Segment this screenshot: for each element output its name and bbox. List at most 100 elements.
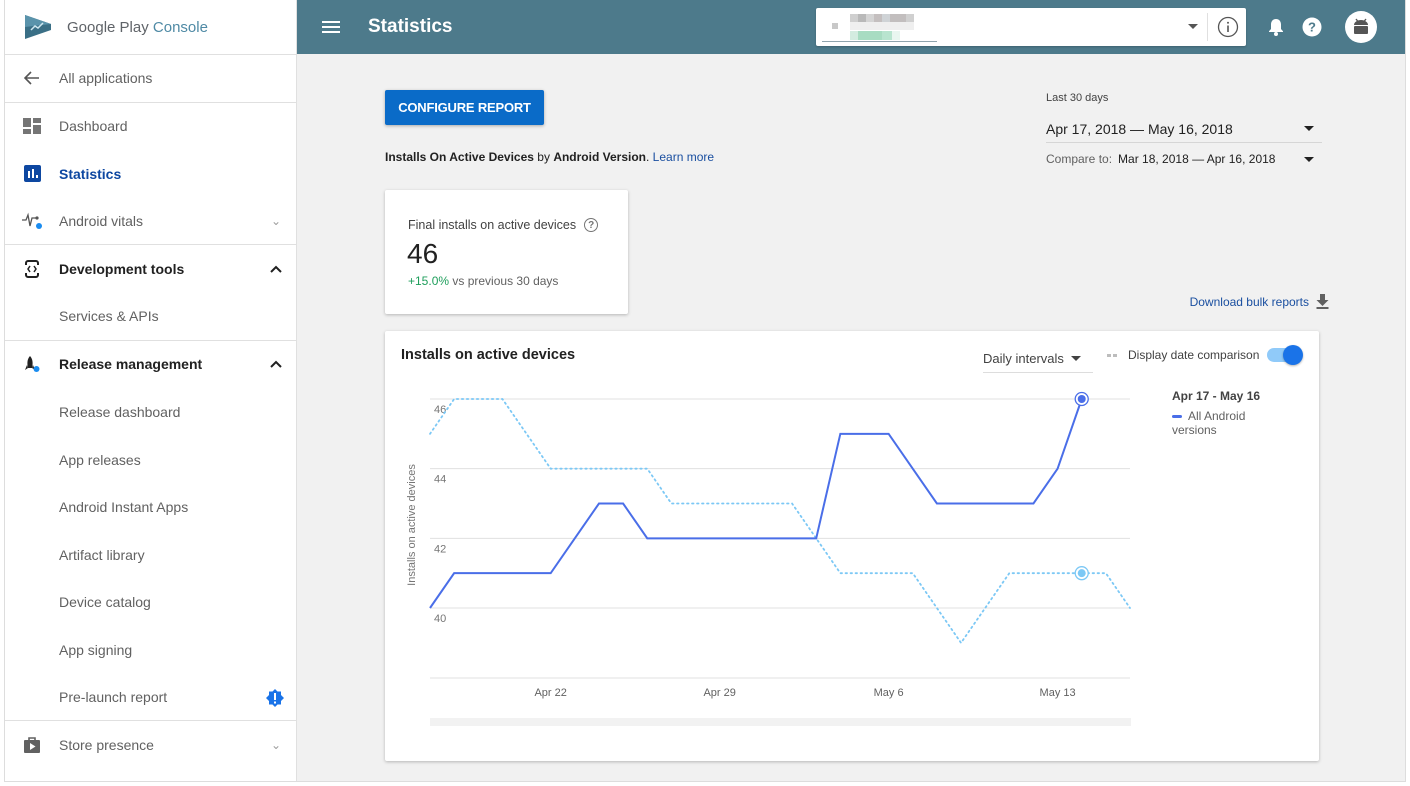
- rocket-icon: [5, 355, 59, 373]
- x-tick-label: May 6: [874, 687, 904, 699]
- chart-range-scrollbar[interactable]: [430, 718, 1131, 726]
- brand[interactable]: Google Play Console: [5, 0, 296, 55]
- chart-card: Installs on active devices Daily interva…: [385, 331, 1319, 761]
- y-tick-label: 46: [434, 404, 446, 416]
- sidebar-item-label: App signing: [59, 641, 133, 658]
- top-bar: Statistics ?: [297, 0, 1405, 54]
- divider: [1207, 13, 1208, 41]
- page-title: Statistics: [368, 16, 453, 37]
- sidebar-item-label: Android vitals: [59, 213, 144, 230]
- account-avatar-icon[interactable]: [1345, 11, 1377, 43]
- highlight-point: [1077, 395, 1086, 403]
- info-icon[interactable]: [1217, 16, 1239, 38]
- play-console-logo-icon: [25, 15, 51, 39]
- date-range-caption: Last 30 days: [1046, 92, 1109, 104]
- x-tick-label: Apr 22: [534, 687, 566, 699]
- metric-name: Installs On Active Devices: [385, 150, 534, 164]
- sidebar-item-label: Artifact library: [59, 546, 145, 563]
- sidebar-item-label: Pre-launch report: [59, 689, 168, 706]
- dropdown-caret-icon[interactable]: [1188, 24, 1198, 29]
- arrow-left-icon: [5, 71, 59, 85]
- series-group: [429, 391, 1131, 645]
- dropdown-caret-icon: [1304, 126, 1314, 131]
- sidebar-item-release-management[interactable]: Release management: [5, 341, 296, 389]
- code-icon: [5, 260, 59, 279]
- sidebar-item-label: All applications: [59, 70, 153, 87]
- sidebar-item-app-signing[interactable]: App signing: [5, 626, 296, 674]
- svg-text:?: ?: [1308, 20, 1316, 35]
- sidebar-item-android-instant-apps[interactable]: Android Instant Apps: [5, 483, 296, 531]
- sidebar-item-label: Release dashboard: [59, 403, 181, 420]
- sidebar-item-label: Dashboard: [59, 118, 128, 135]
- y-tick-label: 40: [434, 613, 446, 625]
- sidebar-item-release-dashboard[interactable]: Release dashboard: [5, 388, 296, 436]
- line-chart: 40 42 44 46 Apr 22 Apr 29 May 6 May 13 Install…: [406, 391, 1131, 699]
- chevron-up-icon[interactable]: [256, 262, 296, 276]
- vitals-icon: [5, 212, 59, 230]
- date-range-picker: Last 30 days Apr 17, 2018 — May 16, 2018…: [1046, 92, 1322, 175]
- kpi-delta: +15.0% vs previous 30 days: [408, 274, 558, 288]
- x-tick-label: May 13: [1040, 687, 1076, 699]
- y-axis-title: Installs on active devices: [406, 464, 418, 586]
- sidebar-item-services-apis[interactable]: Services & APIs: [5, 293, 296, 341]
- sidebar-item-dashboard[interactable]: Dashboard: [5, 103, 296, 151]
- date-range-select[interactable]: Apr 17, 2018 — May 16, 2018: [1046, 115, 1322, 143]
- dashboard-icon: [5, 118, 59, 135]
- sidebar-item-all-applications[interactable]: All applications: [5, 55, 296, 103]
- sidebar-item-store-presence[interactable]: Store presence ⌄: [5, 721, 296, 769]
- chevron-up-icon[interactable]: [256, 357, 296, 371]
- redacted-app-name: [832, 14, 914, 40]
- series-line-current: [429, 398, 1083, 609]
- download-bulk-reports-link[interactable]: Download bulk reports: [1190, 294, 1329, 309]
- sidebar-item-label: Statistics: [59, 165, 122, 182]
- sidebar-item-app-releases[interactable]: App releases: [5, 436, 296, 484]
- configure-report-button[interactable]: CONFIGURE REPORT: [385, 90, 544, 125]
- store-icon: [5, 736, 59, 754]
- app-window: Google Play Console All applications Das…: [4, 0, 1406, 782]
- series-line-comparison: [429, 398, 1131, 645]
- sidebar-item-pre-launch-report[interactable]: Pre-launch report: [5, 674, 296, 722]
- sidebar-item-label: Android Instant Apps: [59, 499, 189, 516]
- desc-period: .: [646, 150, 653, 164]
- chevron-down-icon[interactable]: ⌄: [256, 738, 296, 752]
- app-selector[interactable]: [816, 8, 1246, 46]
- download-link-text: Download bulk reports: [1189, 294, 1309, 309]
- dimension-name: Android Version: [553, 150, 646, 164]
- compare-label: Compare to:: [1046, 152, 1113, 166]
- download-icon: [1316, 294, 1329, 309]
- brand-name: Google Play Console: [67, 18, 208, 36]
- kpi-card: Final installs on active devices ? 46 +1…: [385, 190, 628, 314]
- sidebar-item-device-catalog[interactable]: Device catalog: [5, 579, 296, 627]
- alert-badge-icon: [266, 688, 284, 707]
- dropdown-caret-icon: [1304, 156, 1314, 162]
- sidebar-item-label: Release management: [59, 356, 203, 373]
- help-circle-icon[interactable]: ?: [584, 218, 599, 232]
- sidebar-item-label: Services & APIs: [59, 308, 159, 325]
- help-icon[interactable]: ?: [1301, 16, 1323, 38]
- kpi-title-text: Final installs on active devices: [408, 218, 577, 232]
- menu-icon[interactable]: [322, 18, 340, 36]
- sidebar-item-android-vitals[interactable]: Android vitals ⌄: [5, 198, 296, 246]
- chevron-down-icon[interactable]: ⌄: [256, 214, 296, 228]
- desc-by: by: [533, 150, 554, 164]
- learn-more-link[interactable]: Learn more: [653, 150, 714, 164]
- sidebar-item-development-tools[interactable]: Development tools: [5, 245, 296, 293]
- sidebar-item-statistics[interactable]: Statistics: [5, 150, 296, 198]
- kpi-value: 46: [407, 238, 439, 269]
- kpi-delta-percent: +15.0%: [408, 274, 450, 288]
- highlight-point: [1077, 569, 1086, 578]
- compare-range-value: Mar 18, 2018 — Apr 16, 2018: [1118, 152, 1276, 166]
- kpi-title: Final installs on active devices ?: [408, 218, 599, 232]
- selector-underline: [822, 41, 937, 42]
- report-description: Installs On Active Devices by Android Ve…: [385, 150, 714, 164]
- x-tick-labels: Apr 22 Apr 29 May 6 May 13: [534, 687, 1075, 699]
- x-tick-label: Apr 29: [703, 687, 735, 699]
- y-tick-label: 44: [434, 474, 446, 486]
- date-range-value: Apr 17, 2018 — May 16, 2018: [1046, 120, 1233, 137]
- sidebar-item-label: Device catalog: [59, 594, 151, 611]
- compare-range-select[interactable]: Compare to: Mar 18, 2018 — Apr 16, 2018: [1046, 143, 1322, 175]
- kpi-delta-suffix: vs previous 30 days: [449, 274, 559, 288]
- sidebar-item-artifact-library[interactable]: Artifact library: [5, 531, 296, 579]
- sidebar-item-label: Store presence: [59, 737, 154, 754]
- notifications-icon[interactable]: [1265, 16, 1287, 38]
